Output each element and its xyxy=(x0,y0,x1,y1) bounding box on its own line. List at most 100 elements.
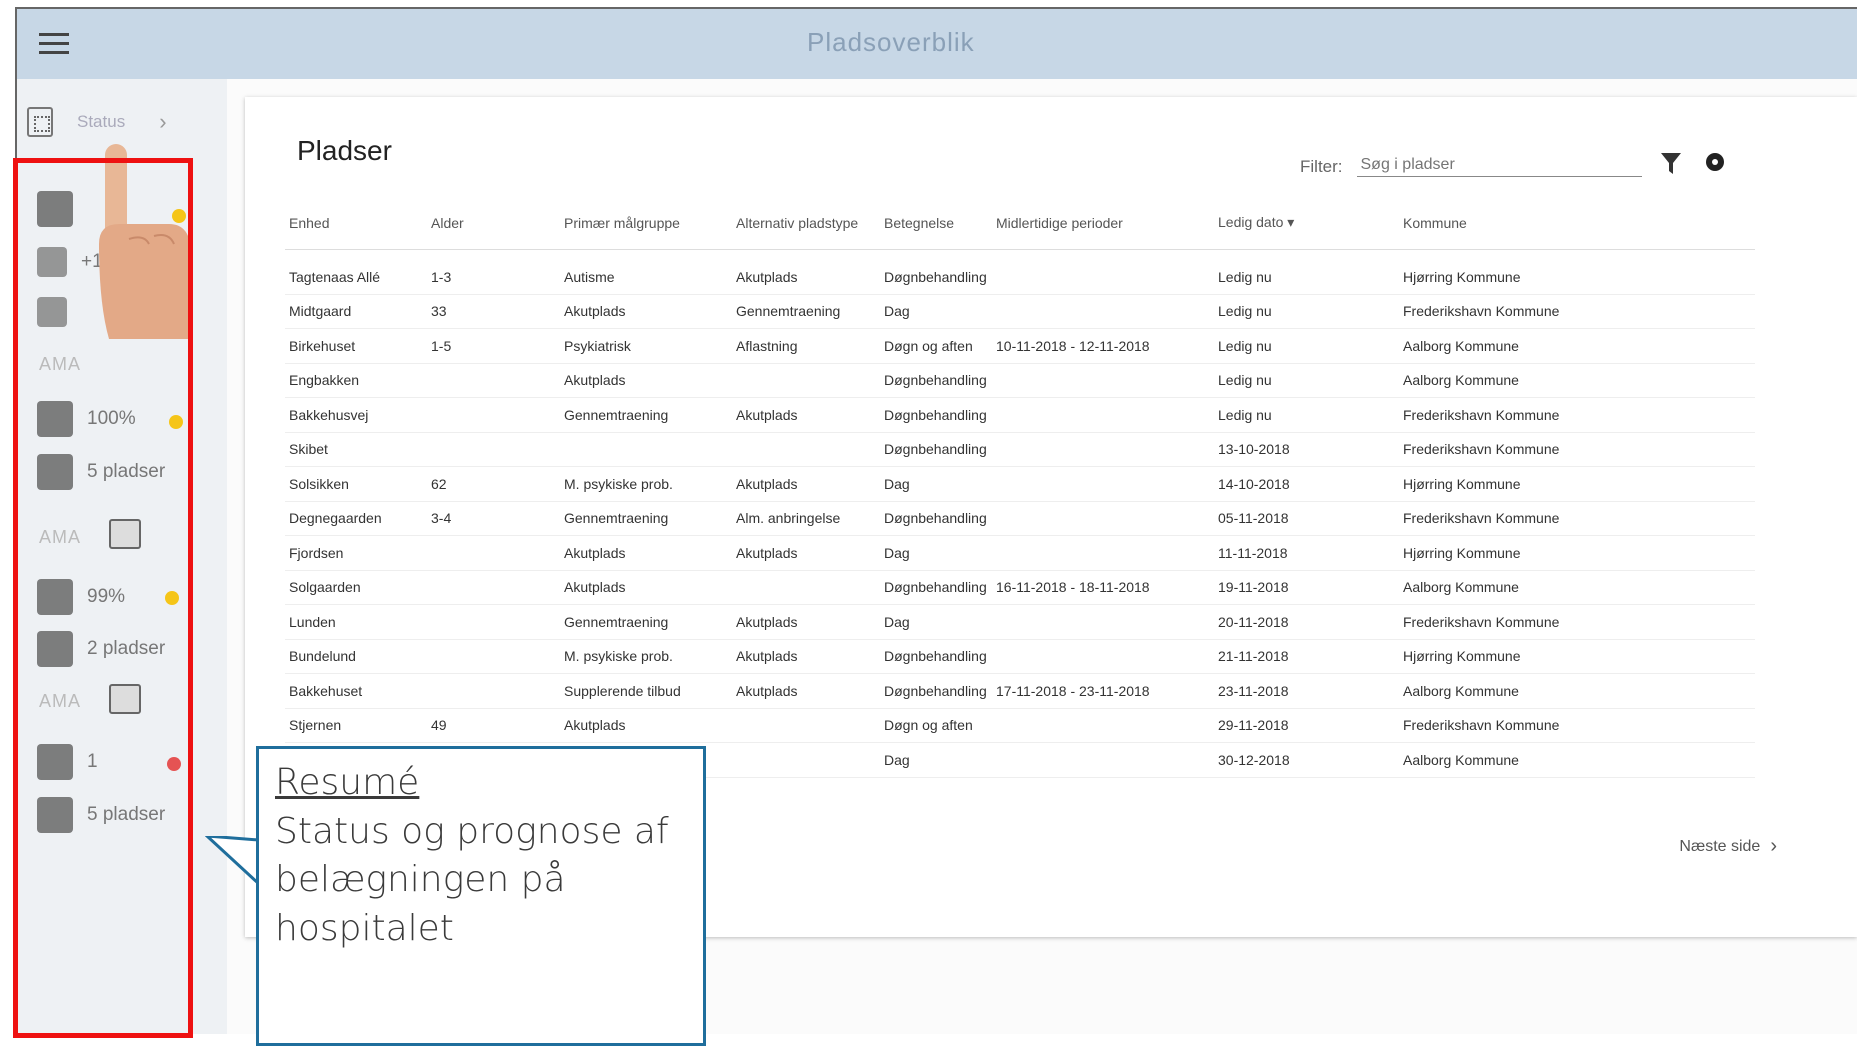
table-cell: Frederikshavn Kommune xyxy=(1399,432,1755,467)
table-cell: Frederikshavn Kommune xyxy=(1399,294,1755,329)
filter-bar: Filter: xyxy=(1300,147,1730,177)
table-cell: Døgnbehandling xyxy=(880,249,992,295)
table-cell xyxy=(732,708,880,743)
unit-icon xyxy=(37,797,73,833)
table-cell: Supplerende tilbud xyxy=(560,673,732,709)
table-cell: Frederikshavn Kommune xyxy=(1399,501,1755,536)
table-cell: Akutplads xyxy=(560,535,732,571)
sidebar-item-2[interactable]: +1 xyxy=(37,247,103,277)
table-cell: Gennemtraening xyxy=(732,294,880,329)
table-cell: 05-11-2018 xyxy=(1214,501,1399,536)
funnel-icon[interactable] xyxy=(1660,151,1682,177)
table-row[interactable]: Midtgaard 33 Akutplads Gennemtraening Dag Led… xyxy=(285,294,1755,329)
table-cell: Hjørring Kommune xyxy=(1399,249,1755,295)
sidebar-item-11[interactable]: 1 xyxy=(37,744,98,780)
table-row[interactable]: Tagtenaas Allé 1-3 Autisme Akutplads Døgnbeh… xyxy=(285,249,1755,295)
table-cell xyxy=(427,432,560,467)
table-cell: Midtgaard xyxy=(285,294,427,329)
table-cell: 30-12-2018 xyxy=(1214,742,1399,778)
unit-icon xyxy=(37,401,73,437)
table-cell: 1-3 xyxy=(427,249,560,295)
table-row[interactable]: Skibet Døgnbehandling 13-10-2018 Frederiksh… xyxy=(285,432,1755,467)
table-cell: Bakkehusvej xyxy=(285,397,427,433)
table-cell: Døgnbehandling xyxy=(880,673,992,709)
table-cell xyxy=(560,432,732,467)
table-cell: Døgn og aften xyxy=(880,708,992,743)
table-cell: 13-10-2018 xyxy=(1214,432,1399,467)
table-cell: Psykiatrisk xyxy=(560,328,732,364)
table-row[interactable]: Degnegaarden 3-4 Gennemtraening Alm. anbrin… xyxy=(285,501,1755,536)
table-cell: Stjernen xyxy=(285,708,427,743)
column-header[interactable]: Alternativ pladstype xyxy=(732,197,880,250)
sidebar-item-label: 1 xyxy=(87,751,98,772)
table-row[interactable]: Engbakken Akutplads Døgnbehandling Ledig nu… xyxy=(285,363,1755,398)
unit-icon xyxy=(37,744,73,780)
table-row[interactable]: Bundelund M. psykiske prob. Akutplads Døgnb… xyxy=(285,639,1755,674)
column-header[interactable]: Betegnelse xyxy=(880,197,992,250)
sidebar-status-entry[interactable]: Status › xyxy=(27,107,167,137)
table-cell: Ledig nu xyxy=(1214,249,1399,295)
table-cell xyxy=(732,432,880,467)
sidebar-item-6[interactable]: 5 pladser xyxy=(37,454,165,490)
table-cell: Akutplads xyxy=(732,397,880,433)
column-header[interactable]: Midlertidige perioder xyxy=(992,197,1214,250)
sidebar-item-label: 99% xyxy=(87,586,126,607)
sidebar-item-3[interactable] xyxy=(37,297,81,327)
table-cell: Akutplads xyxy=(732,249,880,295)
column-header[interactable]: Kommune xyxy=(1399,197,1755,250)
sidebar-item-12[interactable]: 5 pladser xyxy=(37,797,165,833)
table-row[interactable]: Birkehuset 1-5 Psykiatrisk Aflastning Døgn o… xyxy=(285,328,1755,364)
table-cell: 21-11-2018 xyxy=(1214,639,1399,674)
table-cell: Dag xyxy=(880,535,992,571)
table-cell: 1-5 xyxy=(427,328,560,364)
table-row[interactable]: Bakkehusvej Gennemtraening Akutplads Døgnbe… xyxy=(285,397,1755,433)
sidebar-item-label: 2 pladser xyxy=(87,638,166,659)
sidebar-abbr: AMA xyxy=(39,691,82,711)
column-header[interactable]: Ledig dato ▾ xyxy=(1214,197,1399,250)
table-cell: Dag xyxy=(880,294,992,329)
table-cell xyxy=(992,249,1214,295)
table-cell: Aflastning xyxy=(732,328,880,364)
table-cell: Akutplads xyxy=(560,294,732,329)
table-cell: Dag xyxy=(880,466,992,502)
filter-input[interactable] xyxy=(1356,154,1642,177)
unit-icon xyxy=(37,631,73,667)
sidebar-item-8[interactable]: 99% xyxy=(37,579,125,615)
unit-icon xyxy=(37,191,73,227)
table-cell: Akutplads xyxy=(732,466,880,502)
menu-icon[interactable] xyxy=(39,33,69,55)
table-cell: 14-10-2018 xyxy=(1214,466,1399,502)
table-row[interactable]: Solgaarden Akutplads Døgnbehandling 16-11-2… xyxy=(285,570,1755,605)
top-bar: Pladsoverblik xyxy=(17,9,1857,79)
table-cell: Akutplads xyxy=(732,673,880,709)
sidebar-item-1[interactable] xyxy=(37,191,87,227)
column-header[interactable]: Alder xyxy=(427,197,560,250)
table-row[interactable]: Fjordsen Akutplads Akutplads Dag 11-11-2018 H… xyxy=(285,535,1755,571)
table-cell: Hjørring Kommune xyxy=(1399,639,1755,674)
pointing-hand-icon xyxy=(99,144,191,339)
calendar-icon xyxy=(109,684,141,714)
table-cell: Aalborg Kommune xyxy=(1399,328,1755,364)
table-cell xyxy=(427,363,560,398)
table-cell: Døgnbehandling xyxy=(880,501,992,536)
table-row[interactable]: Solsikken 62 M. psykiske prob. Akutplads Dag… xyxy=(285,466,1755,502)
table-cell: Birkehuset xyxy=(285,328,427,364)
column-header[interactable]: Enhed xyxy=(285,197,427,250)
table-cell: Aalborg Kommune xyxy=(1399,363,1755,398)
status-dot xyxy=(167,757,181,771)
next-page-button[interactable]: Næste side › xyxy=(1679,835,1777,858)
table-cell xyxy=(992,742,1214,778)
table-cell: 11-11-2018 xyxy=(1214,535,1399,571)
sidebar-item-5[interactable]: 100% xyxy=(37,401,136,437)
table-cell: 33 xyxy=(427,294,560,329)
table-cell: Frederikshavn Kommune xyxy=(1399,708,1755,743)
table-row[interactable]: Bakkehuset Supplerende tilbud Akutplads Døg… xyxy=(285,673,1755,709)
column-header[interactable]: Primær målgruppe xyxy=(560,197,732,250)
table-cell: Akutplads xyxy=(560,708,732,743)
sidebar-item-9[interactable]: 2 pladser xyxy=(37,631,165,667)
table-row[interactable]: Lunden Gennemtraening Akutplads Dag 20-11-20… xyxy=(285,604,1755,640)
table-cell: Gennemtraening xyxy=(560,604,732,640)
table-row[interactable]: Stjernen 49 Akutplads Døgn og aften 29-11-20… xyxy=(285,708,1755,743)
table-cell: Akutplads xyxy=(560,363,732,398)
settings-icon[interactable] xyxy=(1700,147,1730,177)
